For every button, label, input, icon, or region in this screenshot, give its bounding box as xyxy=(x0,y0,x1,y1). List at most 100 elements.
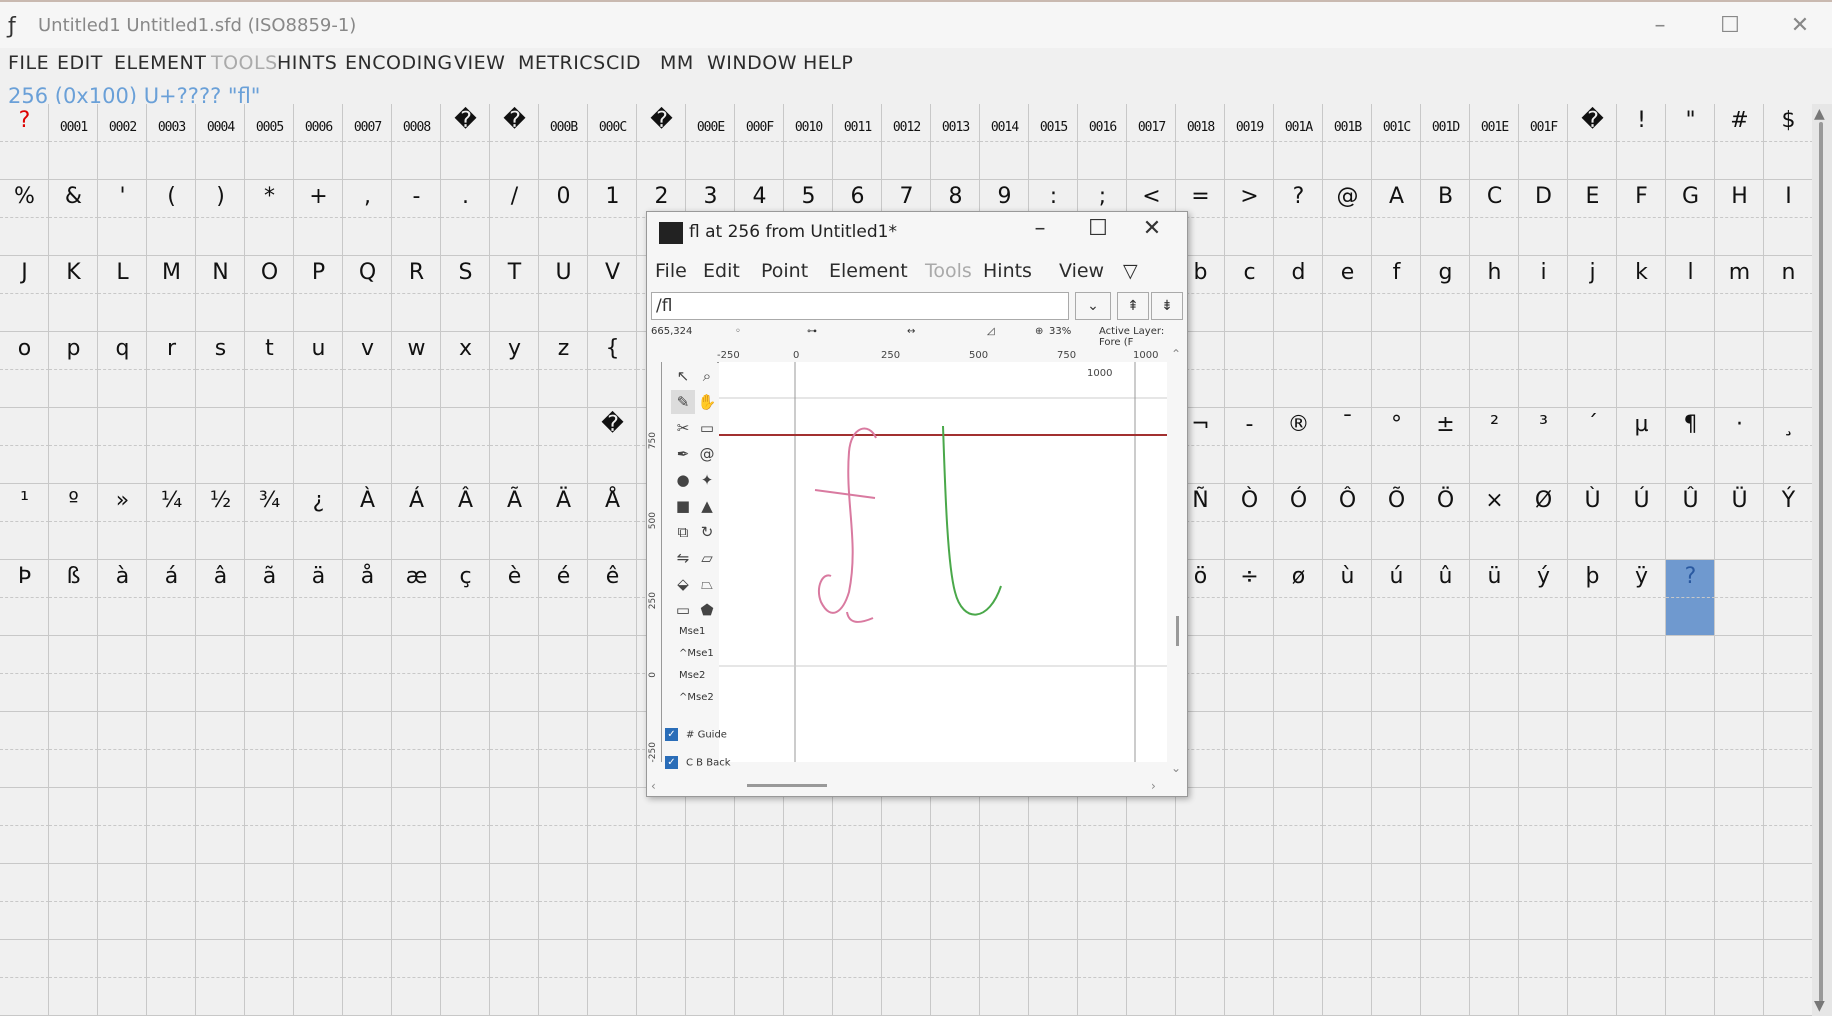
menu-edit[interactable]: EDIT xyxy=(57,52,103,74)
glyph-cell[interactable]: w xyxy=(392,332,441,408)
glyph-cell[interactable]: l xyxy=(1666,256,1715,332)
glyph-cell[interactable]: , xyxy=(343,180,392,256)
glyph-cell[interactable]: ÷ xyxy=(1225,560,1274,636)
glyph-cell[interactable]: 001D xyxy=(1421,104,1470,180)
glyph-cell[interactable] xyxy=(392,712,441,788)
glyph-cell[interactable]: - xyxy=(1225,408,1274,484)
glyph-cell[interactable] xyxy=(196,408,245,484)
glyph-cell[interactable]: º xyxy=(49,484,98,560)
glyph-cell[interactable]: å xyxy=(343,560,392,636)
glyph-cell[interactable] xyxy=(1764,560,1813,636)
glyph-cell[interactable]: 0005 xyxy=(245,104,294,180)
glyph-cell[interactable] xyxy=(1617,864,1666,940)
glyph-cell[interactable] xyxy=(1715,636,1764,712)
glyph-cell[interactable] xyxy=(392,408,441,484)
glyph-cell[interactable]: K xyxy=(49,256,98,332)
glyph-name-input[interactable]: /fl xyxy=(651,292,1069,320)
glyph-cell[interactable] xyxy=(392,636,441,712)
menu-mm[interactable]: MM xyxy=(660,52,694,74)
glyph-cell[interactable] xyxy=(490,636,539,712)
glyph-cell[interactable] xyxy=(1323,332,1372,408)
glyph-cell[interactable] xyxy=(1617,712,1666,788)
glyph-cell[interactable] xyxy=(833,788,882,864)
glyph-cell[interactable]: ¯ xyxy=(1323,408,1372,484)
glyph-cell[interactable] xyxy=(343,940,392,1016)
glyph-cell[interactable]: T xyxy=(490,256,539,332)
scroll-thumb[interactable] xyxy=(1819,122,1823,1002)
glyph-cell[interactable] xyxy=(1372,940,1421,1016)
glyph-cell[interactable] xyxy=(490,864,539,940)
glyph-cell[interactable]: á xyxy=(147,560,196,636)
close-button[interactable]: ✕ xyxy=(1778,10,1822,42)
curve-point-icon[interactable]: ● xyxy=(671,468,695,492)
glyph-cell[interactable] xyxy=(1421,712,1470,788)
glyph-cell[interactable] xyxy=(1568,712,1617,788)
editor-menu-overflow-icon[interactable]: ▽ xyxy=(1123,260,1138,282)
glyph-cell[interactable]: ² xyxy=(1470,408,1519,484)
hv-curve-point-icon[interactable]: ✦ xyxy=(695,468,719,492)
glyph-cell[interactable]: » xyxy=(98,484,147,560)
editor-maximize-button[interactable]: ☐ xyxy=(1081,216,1115,241)
glyph-cell[interactable] xyxy=(1470,636,1519,712)
layer-back-checkbox[interactable]: ✓ xyxy=(665,756,678,769)
glyph-cell[interactable] xyxy=(49,788,98,864)
glyph-cell[interactable] xyxy=(1225,636,1274,712)
glyph-cell[interactable] xyxy=(980,864,1029,940)
glyph-cell[interactable] xyxy=(1715,940,1764,1016)
glyph-cell[interactable]: v xyxy=(343,332,392,408)
glyph-cell[interactable] xyxy=(539,864,588,940)
glyph-cell[interactable] xyxy=(0,408,49,484)
glyph-cell[interactable]: o xyxy=(0,332,49,408)
glyph-cell[interactable]: Ó xyxy=(1274,484,1323,560)
minimize-button[interactable]: – xyxy=(1638,10,1682,42)
glyph-cell[interactable] xyxy=(245,712,294,788)
glyph-cell[interactable]: ³ xyxy=(1519,408,1568,484)
menu-cid[interactable]: CID xyxy=(606,52,641,74)
glyph-cell[interactable]: 001A xyxy=(1274,104,1323,180)
glyph-cell[interactable]: Ò xyxy=(1225,484,1274,560)
glyph-cell[interactable]: m xyxy=(1715,256,1764,332)
glyph-cell[interactable] xyxy=(343,864,392,940)
glyph-cell[interactable] xyxy=(245,864,294,940)
glyph-cell[interactable]: Þ xyxy=(0,560,49,636)
glyph-cell[interactable] xyxy=(1225,712,1274,788)
glyph-cell[interactable]: d xyxy=(1274,256,1323,332)
glyph-cell[interactable]: ê xyxy=(588,560,637,636)
glyph-cell[interactable]: s xyxy=(196,332,245,408)
glyph-cell[interactable]: f xyxy=(1372,256,1421,332)
glyph-cell[interactable]: t xyxy=(245,332,294,408)
glyph-cell[interactable] xyxy=(49,636,98,712)
hand-tool-icon[interactable]: ✋ xyxy=(695,390,719,414)
glyph-cell[interactable]: ã xyxy=(245,560,294,636)
glyph-cell[interactable]: ¿ xyxy=(294,484,343,560)
glyph-cell[interactable] xyxy=(1323,636,1372,712)
glyph-cell[interactable] xyxy=(490,788,539,864)
glyph-cell[interactable]: C xyxy=(1470,180,1519,256)
glyph-cell[interactable] xyxy=(392,864,441,940)
glyph-cell[interactable] xyxy=(1715,712,1764,788)
menu-hints[interactable]: HINTS xyxy=(277,52,337,74)
glyph-cell[interactable]: ± xyxy=(1421,408,1470,484)
glyph-cell[interactable]: ! xyxy=(1617,104,1666,180)
corner-point-icon[interactable]: ■ xyxy=(671,494,695,518)
glyph-cell[interactable] xyxy=(49,712,98,788)
glyph-cell[interactable]: ° xyxy=(1372,408,1421,484)
glyph-cell[interactable] xyxy=(1568,940,1617,1016)
glyph-cell[interactable]: ù xyxy=(1323,560,1372,636)
glyph-cell[interactable] xyxy=(1323,788,1372,864)
glyph-cell[interactable] xyxy=(980,940,1029,1016)
glyph-cell[interactable]: c xyxy=(1225,256,1274,332)
editor-menu-file[interactable]: File xyxy=(655,260,687,282)
glyph-cell[interactable] xyxy=(1715,560,1764,636)
glyph-cell[interactable] xyxy=(49,864,98,940)
knife-tool-icon[interactable]: ✂ xyxy=(671,416,695,440)
glyph-cell[interactable]: À xyxy=(343,484,392,560)
glyph-cell[interactable] xyxy=(0,636,49,712)
editor-menu-hints[interactable]: Hints xyxy=(983,260,1032,282)
glyph-cell[interactable]: z xyxy=(539,332,588,408)
glyph-cell[interactable] xyxy=(1666,332,1715,408)
menu-metrics[interactable]: METRICS xyxy=(518,52,606,74)
glyph-cell[interactable]: O xyxy=(245,256,294,332)
glyph-cell[interactable] xyxy=(784,788,833,864)
glyph-cell[interactable]: i xyxy=(1519,256,1568,332)
